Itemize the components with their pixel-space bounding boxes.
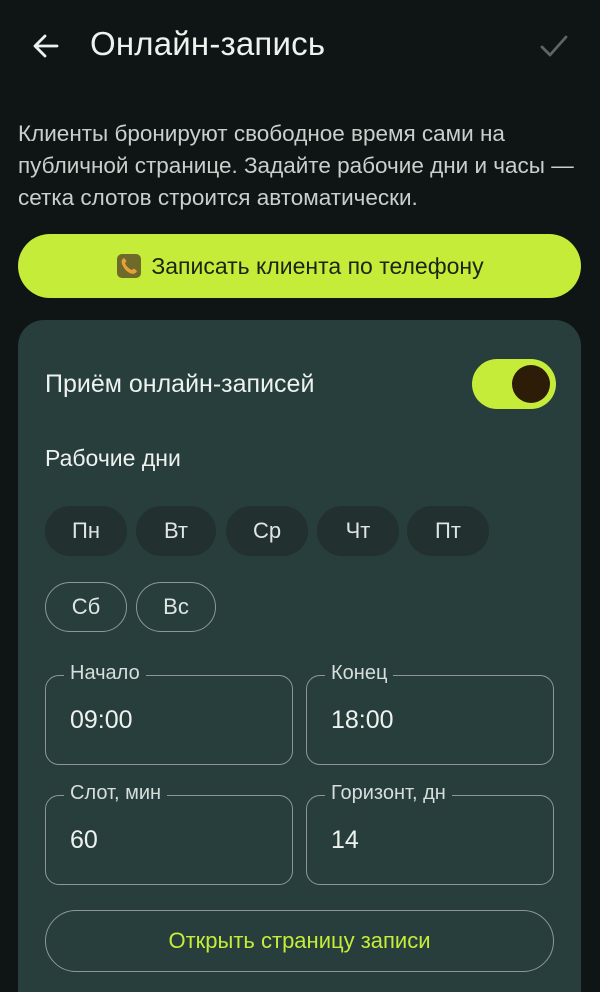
description-text: Клиенты бронируют свободное время сами н… (18, 121, 574, 210)
day-chip-mon[interactable]: Пн (45, 506, 127, 556)
arrow-left-icon (33, 34, 59, 58)
horizon-days-label: Горизонт, дн (325, 782, 452, 805)
slot-length-value: 60 (70, 826, 98, 854)
online-booking-toggle[interactable] (472, 359, 556, 409)
start-time-label: Начало (64, 662, 146, 685)
booking-settings-card: Приём онлайн-записей Рабочие дни Пн Вт С… (18, 320, 581, 992)
back-button[interactable] (24, 22, 68, 70)
online-booking-screen: Онлайн-запись Клиенты бронируют свободно… (0, 0, 600, 992)
toggle-knob (512, 365, 550, 403)
day-chip-tue[interactable]: Вт (136, 506, 216, 556)
page-title: Онлайн-запись (90, 25, 326, 62)
slot-length-field[interactable]: Слот, мин 60 (45, 782, 293, 885)
slot-length-label: Слот, мин (64, 782, 168, 805)
phone-icon (115, 252, 143, 280)
day-chip-sat[interactable]: Сб (45, 582, 127, 632)
day-chip-fri[interactable]: Пт (407, 506, 489, 556)
end-time-field[interactable]: Конец 18:00 (306, 662, 554, 765)
top-app-bar: Онлайн-запись (0, 0, 600, 92)
online-booking-label: Приём онлайн-записей (45, 370, 315, 398)
end-time-label: Конец (325, 662, 394, 685)
end-time-value: 18:00 (331, 706, 394, 734)
day-chip-thu[interactable]: Чт (317, 506, 399, 556)
open-booking-page-button[interactable]: Открыть страницу записи (45, 910, 554, 972)
start-time-field[interactable]: Начало 09:00 (45, 662, 293, 765)
phone-booking-button[interactable]: Записать клиента по телефону (18, 234, 581, 298)
horizon-days-field[interactable]: Горизонт, дн 14 (306, 782, 554, 885)
day-chip-sun[interactable]: Вс (136, 582, 216, 632)
work-days-label: Рабочие дни (45, 445, 181, 471)
phone-booking-label: Записать клиента по телефону (151, 252, 484, 279)
confirm-button[interactable] (532, 24, 576, 68)
start-time-value: 09:00 (70, 706, 133, 734)
check-icon (540, 35, 568, 57)
day-chip-wed[interactable]: Ср (226, 506, 308, 556)
horizon-days-value: 14 (331, 826, 359, 854)
